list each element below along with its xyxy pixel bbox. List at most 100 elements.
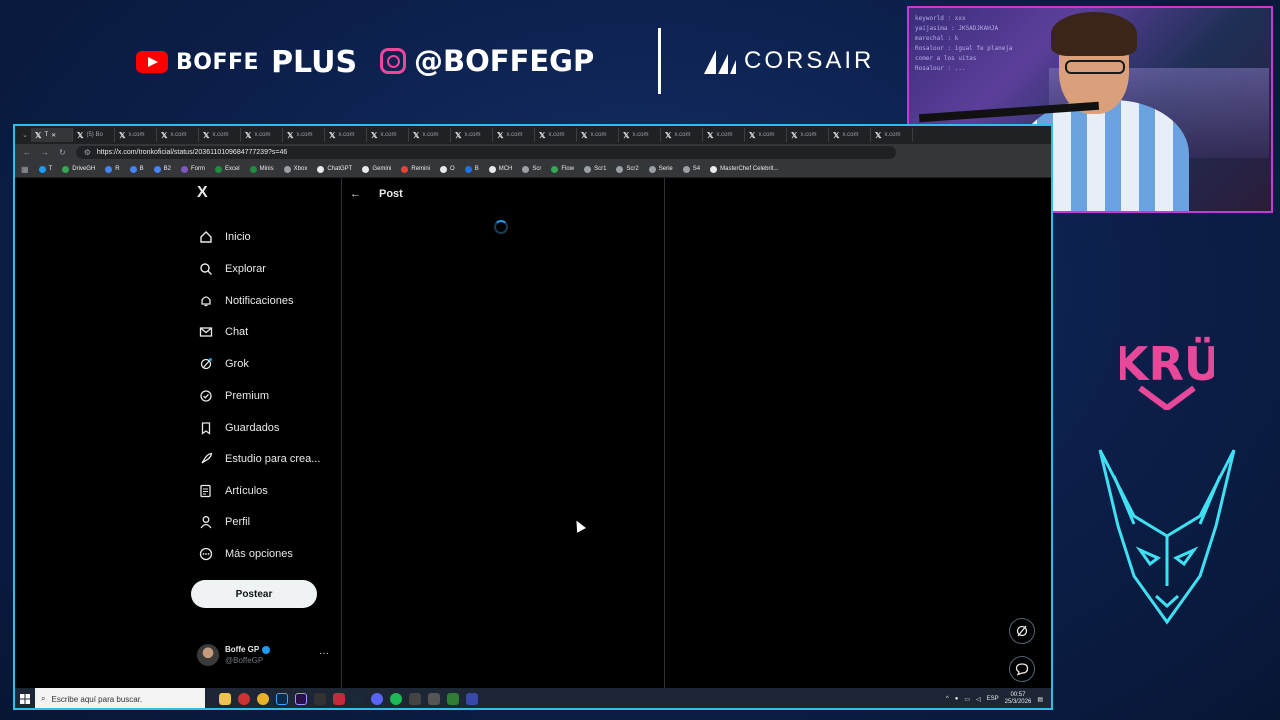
nav-item-notificaciones[interactable]: Notificaciones <box>199 290 293 312</box>
discord-icon[interactable] <box>371 693 383 705</box>
home-icon <box>200 231 212 243</box>
x-favicon-icon: 𝕏 <box>623 130 630 140</box>
bookmark-icon <box>648 165 656 173</box>
tray-chevron-icon[interactable]: ^ <box>946 696 949 702</box>
browser-tab[interactable]: 𝕏x.com <box>829 128 871 142</box>
account-more-icon[interactable]: ··· <box>319 648 329 659</box>
volume-icon[interactable]: ◁ <box>976 696 981 703</box>
back-arrow-icon[interactable]: ← <box>350 188 361 200</box>
bookmark[interactable]: Serie <box>648 165 673 173</box>
browser-tab[interactable]: 𝕏x.com <box>199 128 241 142</box>
app-icon[interactable] <box>428 693 440 705</box>
nav-item-premium[interactable]: Premium <box>199 385 269 407</box>
browser-tab[interactable]: 𝕏x.com <box>745 128 787 142</box>
bookmark[interactable]: Scr1 <box>584 165 606 173</box>
apps-grid-icon[interactable]: ▦ <box>21 165 29 174</box>
steam-icon[interactable] <box>352 693 364 705</box>
tab-search-chevron-icon[interactable]: ⌄ <box>19 131 31 139</box>
bookmark[interactable]: B <box>464 165 479 173</box>
file-explorer-icon[interactable] <box>219 693 231 705</box>
browser-tab[interactable]: 𝕏x.com <box>451 128 493 142</box>
bookmark[interactable]: Gemini <box>362 165 391 173</box>
back-icon[interactable]: ← <box>23 148 31 157</box>
browser-tab[interactable]: 𝕏x.com <box>115 128 157 142</box>
bookmark[interactable]: O <box>440 165 455 173</box>
browser-tab[interactable]: 𝕏x.com <box>787 128 829 142</box>
bookmark-icon <box>249 165 257 173</box>
bookmark[interactable]: Xbox <box>283 165 307 173</box>
start-button[interactable] <box>15 688 35 708</box>
bookmark[interactable]: Scr <box>522 165 541 173</box>
network-icon[interactable]: ▭ <box>964 696 970 703</box>
bookmark[interactable]: S4 <box>682 165 700 173</box>
browser-tab[interactable]: 𝕏 T ✕ <box>31 128 73 142</box>
app-icon[interactable] <box>333 693 345 705</box>
app-icon[interactable] <box>447 693 459 705</box>
site-info-icon[interactable]: ⚙ <box>84 148 91 157</box>
bookmark[interactable]: T <box>38 165 52 173</box>
x-logo-icon[interactable]: X <box>197 184 208 202</box>
spotify-icon[interactable] <box>390 693 402 705</box>
bookmark[interactable]: Scr2 <box>616 165 639 173</box>
nav-item-guardados[interactable]: Guardados <box>199 417 279 439</box>
bookmark[interactable]: MCH <box>488 165 512 173</box>
nav-item-mas-opciones[interactable]: Más opciones <box>199 543 293 565</box>
photoshop-icon[interactable] <box>276 693 288 705</box>
nav-item-chat[interactable]: Chat <box>199 321 248 343</box>
nav-item-explorar[interactable]: Explorar <box>199 258 266 280</box>
browser-tab[interactable]: 𝕏x.com <box>325 128 367 142</box>
post-button[interactable]: Postear <box>191 580 317 608</box>
notifications-icon[interactable]: ▤ <box>1037 696 1043 703</box>
browser-tab[interactable]: 𝕏x.com <box>157 128 199 142</box>
messages-float-button[interactable] <box>1009 656 1035 682</box>
tab-close-icon[interactable]: ✕ <box>51 132 56 139</box>
browser-tab[interactable]: 𝕏x.com <box>535 128 577 142</box>
forward-icon[interactable]: → <box>41 148 49 157</box>
bookmark[interactable]: ChatGPT <box>317 165 352 173</box>
taskbar-clock[interactable]: 00:57 25/3/2026 <box>1005 692 1032 706</box>
browser-tab[interactable]: 𝕏x.com <box>661 128 703 142</box>
browser-tab[interactable]: 𝕏x.com <box>619 128 661 142</box>
account-switcher[interactable]: Boffe GP @BoffeGP ··· <box>197 642 329 668</box>
opera-icon[interactable] <box>238 693 250 705</box>
youtube-channel-suffix: PLUS <box>271 44 358 80</box>
browser-tab[interactable]: 𝕏 (5) Bo <box>73 128 115 142</box>
grok-float-button[interactable] <box>1009 618 1035 644</box>
nav-item-grok[interactable]: Grok <box>199 353 249 375</box>
browser-tab[interactable]: 𝕏x.com <box>703 128 745 142</box>
browser-tab[interactable]: 𝕏x.com <box>577 128 619 142</box>
bookmark[interactable]: Remini <box>401 165 430 173</box>
bookmark[interactable]: Excel <box>214 165 240 173</box>
bookmark[interactable]: B <box>129 165 144 173</box>
browser-tab[interactable]: 𝕏x.com <box>241 128 283 142</box>
nav-item-articulos[interactable]: Artículos <box>199 480 268 502</box>
address-bar[interactable]: ⚙ https://x.com/tronkoficial/status/2036… <box>75 146 896 159</box>
bookmark[interactable]: Flow <box>551 165 574 173</box>
reload-icon[interactable]: ↻ <box>59 148 66 157</box>
nav-item-inicio[interactable]: Inicio <box>199 226 251 248</box>
chat-line: Rosalour : ... <box>915 65 966 72</box>
bookmark[interactable]: B2 <box>153 165 171 173</box>
bookmark[interactable]: DriveGH <box>62 165 95 173</box>
app-icon[interactable] <box>466 693 478 705</box>
bookmark[interactable]: MasterChef Celebrit... <box>710 165 778 173</box>
nav-item-estudio[interactable]: Estudio para crea... <box>199 448 320 470</box>
browser-tab[interactable]: 𝕏x.com <box>283 128 325 142</box>
browser-tab[interactable]: 𝕏x.com <box>409 128 451 142</box>
epic-games-icon[interactable] <box>314 693 326 705</box>
browser-tab[interactable]: 𝕏x.com <box>367 128 409 142</box>
browser-tab[interactable]: 𝕏x.com <box>871 128 913 142</box>
nav-item-label: Premium <box>225 390 270 402</box>
bookmark[interactable]: Minis <box>249 165 274 173</box>
language-indicator[interactable]: ESP <box>987 696 999 702</box>
microphone-icon[interactable]: ● <box>955 696 959 702</box>
bookmark[interactable]: R <box>105 165 120 173</box>
bookmark[interactable]: Form <box>180 165 205 173</box>
app-icon[interactable] <box>409 693 421 705</box>
taskbar-search-input[interactable]: ⌕ Escribe aquí para buscar. <box>35 688 205 708</box>
kru-logo-text: KRÜ <box>1120 337 1214 391</box>
browser-tab[interactable]: 𝕏x.com <box>493 128 535 142</box>
premiere-icon[interactable] <box>295 693 307 705</box>
nav-item-perfil[interactable]: Perfil <box>199 511 250 533</box>
chrome-icon[interactable] <box>257 693 269 705</box>
